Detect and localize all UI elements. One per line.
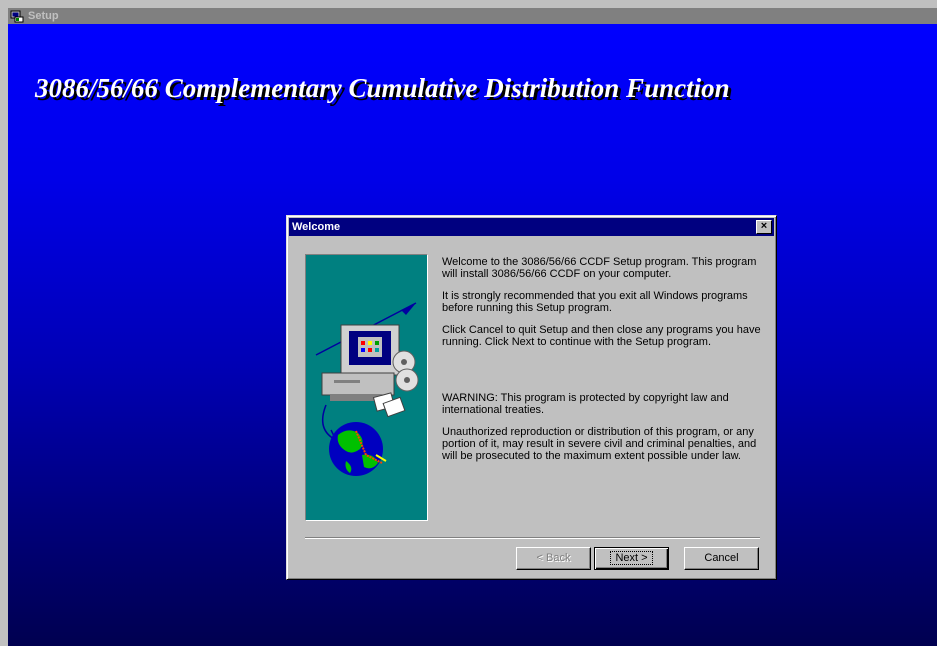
close-button[interactable]: × <box>756 220 772 234</box>
next-button[interactable]: Next > <box>594 547 669 570</box>
back-button[interactable]: < Back <box>516 547 591 570</box>
screen: Setup 3086/56/66 Complementary Cumulativ… <box>0 0 937 646</box>
legal-paragraph: Unauthorized reproduction or distributio… <box>442 426 757 462</box>
exit-programs-paragraph: It is strongly recommended that you exit… <box>442 290 748 314</box>
welcome-paragraph: Welcome to the 3086/56/66 CCDF Setup pro… <box>442 256 757 280</box>
product-banner: 3086/56/66 Complementary Cumulative Dist… <box>35 73 730 103</box>
warning-paragraph: WARNING: This program is protected by co… <box>442 392 729 416</box>
setup-artwork <box>315 302 419 476</box>
divider <box>305 537 760 539</box>
dialog-titlebar[interactable]: Welcome × <box>289 218 774 236</box>
cancel-button[interactable]: Cancel <box>684 547 759 570</box>
close-icon: × <box>760 220 768 232</box>
left-frame <box>0 0 8 646</box>
dialog-title: Welcome <box>292 221 341 233</box>
instructions-paragraph: Click Cancel to quit Setup and then clos… <box>442 324 761 348</box>
window-titlebar[interactable]: Setup <box>8 8 937 24</box>
next-button-label: Next > <box>610 551 653 565</box>
setup-icon <box>10 10 24 23</box>
welcome-text: Welcome to the 3086/56/66 CCDF Setup pro… <box>442 256 772 472</box>
window-title: Setup <box>28 10 59 22</box>
computer-globe-illustration <box>305 254 428 521</box>
welcome-dialog: Welcome × Welcome to the 3086/56/66 CCDF… <box>286 215 777 580</box>
